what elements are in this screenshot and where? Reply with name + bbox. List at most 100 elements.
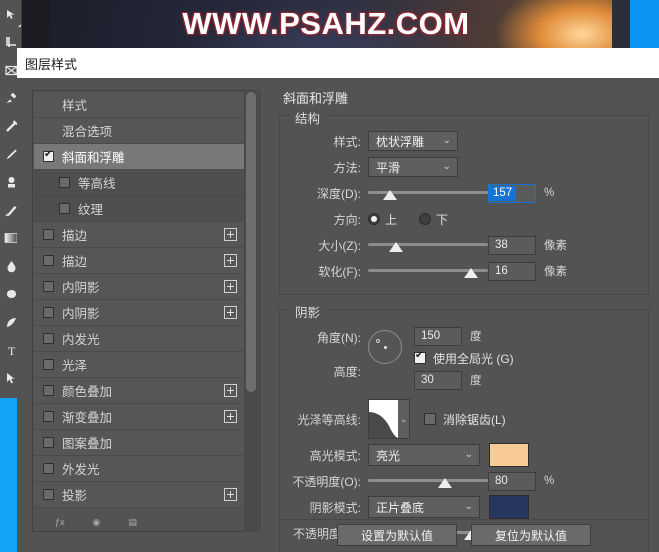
depth-slider-handle[interactable] [383, 190, 397, 200]
style-list-item[interactable]: 纹理 [34, 196, 245, 222]
style-select[interactable]: 枕状浮雕 ⌄ [368, 131, 458, 151]
style-enable-checkbox[interactable] [43, 281, 54, 292]
style-list-item[interactable]: 描边 [34, 222, 245, 248]
shadow-color-swatch[interactable] [489, 495, 529, 519]
style-list-item[interactable]: 投影 [34, 482, 245, 508]
depth-input[interactable]: 157 [488, 183, 536, 203]
style-enable-checkbox[interactable] [43, 255, 54, 266]
angle-dial[interactable] [368, 330, 402, 364]
highlight-mode-select[interactable]: 亮光 ⌄ [368, 444, 480, 466]
style-list-item[interactable]: 内阴影 [34, 274, 245, 300]
layer-icon[interactable]: ▤ [128, 517, 137, 528]
style-list-item[interactable]: 光泽 [34, 352, 245, 378]
style-list-item[interactable]: 外发光 [34, 456, 245, 482]
style-list-item-label: 纹理 [78, 203, 104, 217]
gloss-contour-preview[interactable]: ⌄ [368, 399, 410, 439]
style-list-item[interactable]: 图案叠加 [34, 430, 245, 456]
style-enable-checkbox[interactable] [59, 203, 70, 214]
style-row: 样式: 枕状浮雕 ⌄ [280, 128, 648, 154]
style-list-item[interactable]: 斜面和浮雕 [34, 144, 245, 170]
effect-heading: 斜面和浮雕 [283, 91, 349, 106]
angle-unit: 度 [470, 331, 482, 343]
style-enable-checkbox[interactable] [43, 229, 54, 240]
style-enable-checkbox[interactable] [43, 385, 54, 396]
soften-slider[interactable] [368, 263, 488, 279]
depth-slider[interactable] [368, 185, 488, 201]
style-enable-checkbox[interactable] [43, 463, 54, 474]
style-enable-checkbox[interactable] [43, 307, 54, 318]
add-effect-icon[interactable] [224, 488, 237, 501]
styles-list-scrollbar[interactable] [244, 92, 258, 532]
style-list-item-label: 投影 [62, 489, 88, 503]
style-enable-checkbox[interactable] [43, 359, 54, 370]
technique-select[interactable]: 平滑 ⌄ [368, 157, 458, 177]
fx-icon[interactable]: ƒx [55, 517, 65, 527]
style-list-item[interactable]: 描边 [34, 248, 245, 274]
size-input[interactable]: 38 [488, 235, 536, 255]
highlight-opacity-value: 80 [495, 475, 508, 487]
highlight-opacity-slider[interactable] [368, 473, 488, 489]
move-tool-icon[interactable] [0, 0, 22, 28]
add-effect-icon[interactable] [224, 384, 237, 397]
highlight-mode-row: 高光模式: 亮光 ⌄ [280, 442, 648, 468]
style-list-item[interactable]: 等高线 [34, 170, 245, 196]
style-enable-checkbox[interactable] [43, 149, 54, 162]
style-list-item[interactable]: 内阴影 [34, 300, 245, 326]
dialog-footer-buttons: 设置为默认值 复位为默认值 [279, 524, 649, 546]
scrollbar-thumb[interactable] [246, 92, 256, 392]
style-list-item[interactable]: 样式 [34, 92, 245, 118]
radio-up-icon[interactable] [368, 213, 380, 225]
add-effect-icon[interactable] [224, 306, 237, 319]
size-slider[interactable] [368, 237, 488, 253]
style-list-item[interactable]: 颜色叠加 [34, 378, 245, 404]
style-enable-checkbox[interactable] [43, 437, 54, 448]
technique-label: 方法: [333, 160, 361, 175]
depth-row: 深度(D): 157 % [280, 180, 648, 206]
svg-text:T: T [8, 344, 16, 357]
style-list-item-label: 斜面和浮雕 [62, 151, 125, 165]
soften-input[interactable]: 16 [488, 261, 536, 281]
style-list-item[interactable]: 混合选项 [34, 118, 245, 144]
style-list-item[interactable]: 渐变叠加 [34, 404, 245, 430]
direction-up-label: 上 [385, 212, 398, 227]
shadow-mode-value: 正片叠底 [376, 500, 425, 515]
radio-down-icon[interactable] [419, 213, 432, 225]
style-list-item[interactable]: 内发光 [34, 326, 245, 352]
size-slider-handle[interactable] [389, 242, 403, 252]
highlight-opacity-track [368, 479, 488, 482]
direction-up-radio[interactable]: 上 [368, 211, 397, 228]
style-list-item-label: 内发光 [62, 333, 100, 347]
use-global-light-checkbox[interactable] [414, 350, 426, 364]
add-effect-icon[interactable] [224, 410, 237, 423]
highlight-opacity-input[interactable]: 80 [488, 471, 536, 491]
footer-divider [279, 519, 649, 520]
highlight-color-swatch[interactable] [489, 443, 529, 467]
chevron-down-icon: ⌄ [464, 449, 473, 460]
altitude-input[interactable]: 30 [414, 370, 462, 390]
style-enable-checkbox[interactable] [43, 333, 54, 344]
style-enable-checkbox[interactable] [59, 177, 70, 188]
technique-row: 方法: 平滑 ⌄ [280, 154, 648, 180]
styles-list[interactable]: 样式混合选项斜面和浮雕等高线纹理描边描边内阴影内阴影内发光光泽颜色叠加渐变叠加图… [34, 92, 245, 532]
highlight-opacity-handle[interactable] [438, 478, 452, 488]
direction-down-radio[interactable]: 下 [419, 211, 448, 228]
style-enable-checkbox[interactable] [43, 411, 54, 422]
style-list-item-label: 颜色叠加 [62, 385, 113, 399]
eye-icon[interactable]: ◉ [93, 517, 101, 528]
antialias-checkbox[interactable] [424, 413, 436, 425]
styles-panel-footer[interactable]: ƒx ◉ ▤ [55, 514, 255, 530]
add-effect-icon[interactable] [224, 228, 237, 241]
set-as-default-button[interactable]: 设置为默认值 [337, 524, 457, 546]
shadow-mode-select[interactable]: 正片叠底 ⌄ [368, 496, 480, 518]
soften-slider-handle[interactable] [464, 268, 478, 278]
reset-to-default-button[interactable]: 复位为默认值 [471, 524, 591, 546]
add-effect-icon[interactable] [224, 280, 237, 293]
shadow-mode-row: 阴影模式: 正片叠底 ⌄ [280, 494, 648, 520]
add-effect-icon[interactable] [224, 254, 237, 267]
chevron-down-icon[interactable]: ⌄ [398, 400, 409, 438]
angle-input[interactable]: 150 [414, 326, 462, 346]
soften-unit: 像素 [544, 266, 567, 278]
depth-label: 深度(D): [317, 186, 361, 201]
style-list-item-label: 描边 [62, 229, 88, 243]
style-enable-checkbox[interactable] [43, 489, 54, 500]
